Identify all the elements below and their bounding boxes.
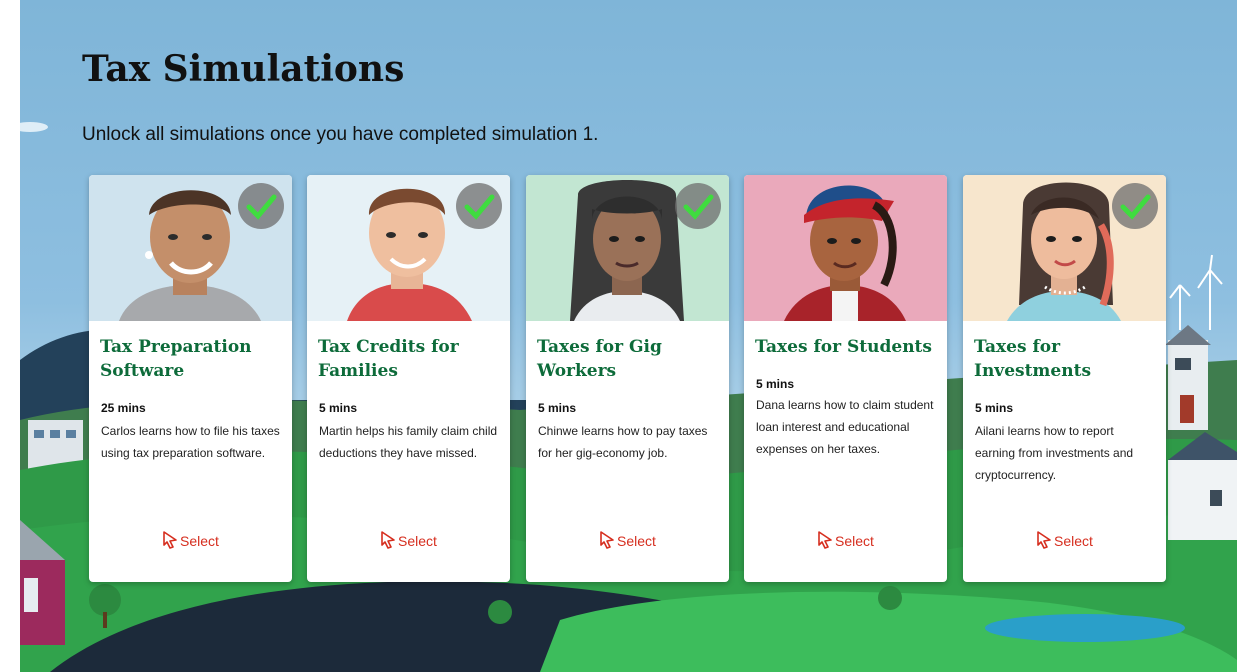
card-duration: 5 mins [319,401,358,415]
select-button[interactable]: Select [307,531,510,549]
cursor-pointer-icon [600,531,614,549]
select-button[interactable]: Select [744,531,947,549]
landscape-background: Tax Simulations Unlock all simulations o… [20,0,1237,672]
select-label: Select [180,533,219,549]
cursor-pointer-icon [1037,531,1051,549]
checkmark-icon [675,183,721,229]
simulation-card-investments[interactable]: Taxes for Investments 5 mins Ailani lear… [963,175,1166,582]
cursor-pointer-icon [381,531,395,549]
select-label: Select [617,533,656,549]
card-title: Taxes for Students [755,337,932,357]
card-duration: 5 mins [538,401,577,415]
checkmark-icon [1112,183,1158,229]
card-title: Taxes for Investments [974,337,1092,381]
card-duration: 5 mins [756,377,795,391]
select-button[interactable]: Select [89,531,292,549]
simulation-card-tax-preparation[interactable]: Tax Preparation Software 25 mins Carlos … [89,175,292,582]
page-subtitle: Unlock all simulations once you have com… [82,124,599,145]
simulation-card-gig-workers[interactable]: Taxes for Gig Workers 5 mins Chinwe lear… [526,175,729,582]
cursor-pointer-icon [163,531,177,549]
card-description: Ailani learns how to report earning from… [975,424,1134,482]
card-description: Dana learns how to claim student loan in… [756,398,934,456]
select-label: Select [835,533,874,549]
select-label: Select [398,533,437,549]
checkmark-icon [456,183,502,229]
card-description: Carlos learns how to file his taxes usin… [101,424,280,460]
simulation-card-tax-credits[interactable]: Tax Credits for Families 5 mins Martin h… [307,175,510,582]
page-margin [0,0,20,672]
portrait-dana [744,175,947,321]
checkmark-icon [238,183,284,229]
simulation-card-students[interactable]: Taxes for Students 5 mins Dana learns ho… [744,175,947,582]
card-title: Tax Credits for Families [318,337,459,381]
select-button[interactable]: Select [526,531,729,549]
card-description: Chinwe learns how to pay taxes for her g… [538,424,708,460]
card-title: Taxes for Gig Workers [537,337,662,381]
select-label: Select [1054,533,1093,549]
page-title: Tax Simulations [82,48,405,90]
cursor-pointer-icon [818,531,832,549]
card-duration: 25 mins [101,401,146,415]
card-title: Tax Preparation Software [100,337,252,381]
card-duration: 5 mins [975,401,1014,415]
card-description: Martin helps his family claim child dedu… [319,424,498,460]
select-button[interactable]: Select [963,531,1166,549]
